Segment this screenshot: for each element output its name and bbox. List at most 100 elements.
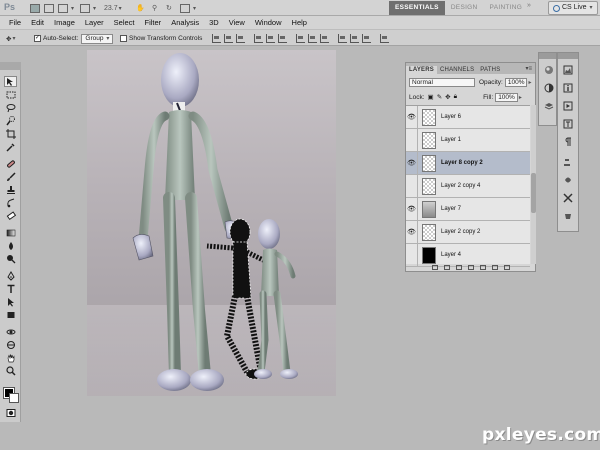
new-layer-icon[interactable] [491, 264, 498, 270]
dock-grip[interactable] [539, 53, 556, 59]
menu-filter[interactable]: Filter [140, 18, 167, 27]
tab-paths[interactable]: PATHS [477, 66, 503, 74]
layer-row[interactable]: 👁︎ Layer 7 [406, 197, 530, 221]
background-color-swatch[interactable] [9, 393, 19, 403]
3d-rotate-tool[interactable] [4, 326, 17, 337]
blur-tool[interactable] [4, 240, 17, 251]
distribute-top-icon[interactable] [296, 34, 305, 43]
lock-image-icon[interactable]: ✎ [437, 93, 442, 101]
actions-panel-button[interactable] [562, 101, 574, 111]
tab-channels[interactable]: CHANNELS [437, 66, 477, 74]
align-horizontal-center-icon[interactable] [266, 34, 275, 43]
lasso-tool[interactable] [4, 102, 17, 113]
lock-transparency-icon[interactable]: ▣ [428, 93, 434, 101]
menu-window[interactable]: Window [250, 18, 287, 27]
character-panel-button[interactable] [562, 119, 574, 129]
adjustment-layer-icon[interactable] [467, 264, 474, 270]
gradient-tool[interactable] [4, 227, 17, 238]
show-transform-checkbox[interactable] [120, 35, 127, 42]
auto-select-checkbox[interactable]: ✓ [34, 35, 41, 42]
spot-healing-tool[interactable] [4, 158, 17, 169]
menu-view[interactable]: View [224, 18, 250, 27]
tool-preset-picker[interactable]: ✥ ▾ [6, 33, 15, 44]
screen-mode-dropdown[interactable]: ▾ [180, 2, 196, 14]
more-workspaces-button[interactable]: » [527, 2, 531, 9]
layer-row[interactable]: 👁︎ Layer 6 [406, 105, 530, 129]
workspace-painting[interactable]: PAINTING [484, 1, 529, 15]
rotate-view-button[interactable]: ↻ [166, 2, 172, 14]
menu-image[interactable]: Image [49, 18, 80, 27]
auto-select-dropdown[interactable]: Group ▾ [81, 33, 114, 44]
menu-help[interactable]: Help [287, 18, 312, 27]
brush-presets-panel-button[interactable] [562, 175, 574, 185]
visibility-toggle[interactable]: 👁︎ [406, 197, 418, 221]
history-brush-tool[interactable] [4, 197, 17, 208]
dock-grip[interactable] [558, 53, 578, 59]
opacity-slider-toggle[interactable]: ▸ [528, 79, 531, 86]
scrollbar-thumb[interactable] [531, 173, 536, 213]
blend-mode-dropdown[interactable]: Normal [409, 77, 475, 87]
brush-tool[interactable] [4, 171, 17, 182]
3d-orbit-tool[interactable] [4, 339, 17, 350]
lock-all-icon[interactable]: 🔒︎ [454, 93, 457, 101]
align-right-icon[interactable] [278, 34, 287, 43]
eraser-tool[interactable] [4, 210, 17, 221]
type-tool[interactable] [4, 283, 17, 294]
menu-select[interactable]: Select [109, 18, 140, 27]
align-left-icon[interactable] [254, 34, 263, 43]
visibility-toggle[interactable] [406, 174, 418, 198]
fill-slider-toggle[interactable]: ▸ [519, 94, 522, 101]
zoom-tool[interactable] [4, 365, 17, 376]
layer-row[interactable]: Layer 2 copy 4 [406, 174, 530, 198]
workspace-essentials[interactable]: ESSENTIALS [389, 1, 445, 15]
tools-panel-grip[interactable] [0, 62, 21, 70]
lock-position-icon[interactable]: ✥ [445, 93, 450, 101]
layer-row[interactable]: 👁︎ Layer 2 copy 2 [406, 220, 530, 244]
opacity-input[interactable]: 100% [504, 77, 528, 87]
crop-tool[interactable] [4, 128, 17, 139]
layer-style-icon[interactable] [443, 264, 450, 270]
marquee-tool[interactable] [4, 89, 17, 100]
visibility-toggle[interactable]: 👁︎ [406, 220, 418, 244]
workspace-design[interactable]: DESIGN [445, 1, 484, 15]
quick-selection-tool[interactable] [4, 115, 17, 126]
hand-tool[interactable] [4, 352, 17, 363]
tool-presets-panel-button[interactable] [562, 193, 574, 203]
new-group-icon[interactable] [479, 264, 486, 270]
distribute-horizontal-center-icon[interactable] [350, 34, 359, 43]
visibility-toggle[interactable] [406, 128, 418, 152]
clone-source-panel-button[interactable] [562, 157, 574, 167]
distribute-right-icon[interactable] [362, 34, 371, 43]
menu-layer[interactable]: Layer [80, 18, 109, 27]
distribute-bottom-icon[interactable] [320, 34, 329, 43]
eyedropper-tool[interactable] [4, 141, 17, 152]
distribute-left-icon[interactable] [338, 34, 347, 43]
hand-tool-button[interactable]: ✋ [136, 2, 145, 14]
zoom-tool-button[interactable]: ⚲ [152, 2, 157, 14]
visibility-toggle[interactable]: 👁︎ [406, 151, 418, 175]
distribute-vertical-center-icon[interactable] [308, 34, 317, 43]
mini-bridge-button[interactable] [44, 2, 56, 14]
quick-mask-button[interactable] [4, 407, 17, 418]
clone-stamp-tool[interactable] [4, 184, 17, 195]
visibility-toggle[interactable]: 👁︎ [406, 105, 418, 129]
pen-tool[interactable] [4, 270, 17, 281]
menu-3d[interactable]: 3D [204, 18, 224, 27]
layer-row-selected[interactable]: 👁︎ Layer 8 copy 2 [406, 151, 530, 175]
link-layers-icon[interactable] [431, 264, 438, 270]
align-top-icon[interactable] [212, 34, 221, 43]
dodge-tool[interactable] [4, 253, 17, 264]
tab-layers[interactable]: LAYERS [406, 66, 437, 74]
delete-layer-icon[interactable] [503, 264, 510, 270]
fill-input[interactable]: 100% [495, 92, 518, 102]
auto-align-layers-icon[interactable] [380, 34, 389, 43]
layer-row[interactable]: Layer 1 [406, 128, 530, 152]
menu-edit[interactable]: Edit [26, 18, 49, 27]
paragraph-panel-button[interactable] [562, 137, 574, 147]
menu-file[interactable]: File [4, 18, 26, 27]
info-panel-button[interactable] [562, 83, 574, 93]
layers-panel-button[interactable] [543, 101, 555, 111]
align-vertical-center-icon[interactable] [224, 34, 233, 43]
shape-tool[interactable] [4, 309, 17, 320]
extras-dropdown[interactable]: ▾ [58, 2, 74, 14]
